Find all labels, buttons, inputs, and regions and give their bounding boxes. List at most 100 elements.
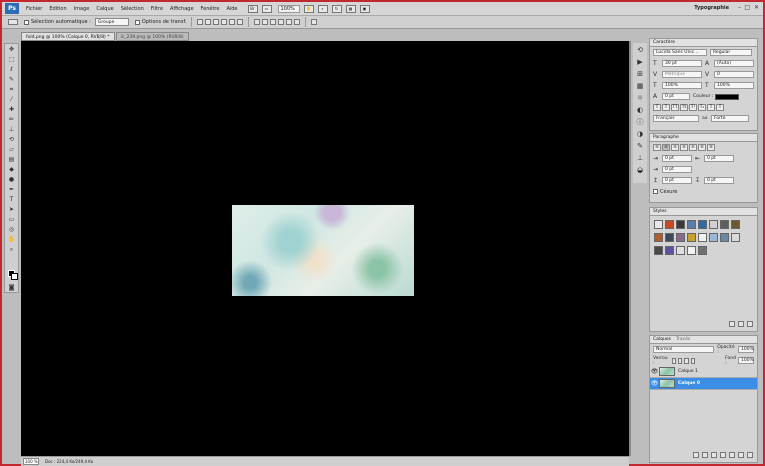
style-swatch[interactable] <box>676 233 685 242</box>
abstract-image-layer[interactable] <box>232 205 414 296</box>
eye-icon[interactable]: 👁 <box>650 380 659 387</box>
distribute-hcenter-icon[interactable] <box>286 19 293 25</box>
lock-image-icon[interactable] <box>678 357 683 364</box>
clone-stamp-tool-icon[interactable]: ⊥ <box>6 125 17 134</box>
background-color-swatch[interactable] <box>11 273 18 280</box>
workspace-switcher[interactable]: Typographie <box>694 5 729 11</box>
menu-fichier[interactable]: Fichier <box>26 6 42 12</box>
new-style-icon[interactable] <box>738 321 744 327</box>
all-caps-button[interactable]: TT <box>671 104 679 111</box>
vertical-scrollbar[interactable] <box>629 41 631 456</box>
align-left-icon[interactable] <box>221 19 228 25</box>
tab-fold-png[interactable]: fold.png @ 100% (Calque 0, RVB/8) * <box>21 32 115 41</box>
tracking-field[interactable]: 0 <box>714 71 754 78</box>
clear-style-icon[interactable] <box>729 321 735 327</box>
text-color-swatch[interactable] <box>715 93 740 100</box>
3d-rotate-tool-icon[interactable]: ◎ <box>6 225 17 234</box>
language-dropdown[interactable]: Français <box>653 115 699 122</box>
history-panel-icon[interactable]: ⟲ <box>635 45 645 55</box>
menu-image[interactable]: Image <box>74 6 90 12</box>
menu-aide[interactable]: Aide <box>226 6 237 12</box>
auto-align-icon[interactable] <box>311 19 318 25</box>
layer-style-icon[interactable] <box>702 452 708 458</box>
history-brush-tool-icon[interactable]: ⟲ <box>6 135 17 144</box>
style-swatch[interactable] <box>654 220 663 229</box>
align-left-text-button[interactable]: ≡ <box>653 144 661 151</box>
hyphenate-checkbox[interactable] <box>653 189 658 194</box>
mini-bridge-icon[interactable]: ▭ <box>261 4 272 13</box>
tab-traces[interactable]: Tracés <box>676 336 690 343</box>
space-before-field[interactable]: 0 pt <box>662 177 692 184</box>
style-swatch[interactable] <box>709 233 718 242</box>
align-vcenter-icon[interactable] <box>205 19 212 25</box>
style-swatch[interactable] <box>676 246 685 255</box>
vertical-scale-field[interactable]: 100% <box>662 82 702 89</box>
type-tool-icon[interactable]: T <box>6 195 17 204</box>
blur-tool-icon[interactable]: ◆ <box>6 165 17 174</box>
close-icon[interactable]: ✕ <box>754 4 759 11</box>
align-right-icon[interactable] <box>237 19 244 25</box>
horizontal-scale-field[interactable]: 100% <box>714 82 754 89</box>
hand-tool-icon[interactable]: ✋ <box>303 4 314 13</box>
style-swatch[interactable] <box>687 220 696 229</box>
lock-all-icon[interactable] <box>690 357 696 364</box>
trash-icon[interactable] <box>747 321 753 327</box>
menu-affichage[interactable]: Affichage <box>170 6 194 12</box>
align-right-text-button[interactable]: ≡ <box>671 144 679 151</box>
new-layer-icon[interactable] <box>738 452 744 458</box>
menu-edition[interactable]: Edition <box>49 6 66 12</box>
distribute-vcenter-icon[interactable] <box>262 19 269 25</box>
style-swatch[interactable] <box>720 220 729 229</box>
auto-select-dropdown[interactable]: Groupe <box>94 18 129 26</box>
trash-icon[interactable] <box>747 452 753 458</box>
justify-last-right-button[interactable]: ≡ <box>698 144 706 151</box>
transform-controls-checkbox[interactable] <box>134 19 140 25</box>
eye-icon[interactable]: 👁 <box>650 368 659 375</box>
styles-panel-tab[interactable]: Styles <box>650 208 757 216</box>
subscript-button[interactable]: T₁ <box>698 104 706 111</box>
style-swatch[interactable] <box>654 233 663 242</box>
space-after-field[interactable]: 0 pt <box>704 177 734 184</box>
justify-all-button[interactable]: ≡ <box>707 144 715 151</box>
underline-button[interactable]: T <box>707 104 715 111</box>
style-swatch[interactable] <box>698 220 707 229</box>
style-swatch[interactable] <box>720 233 729 242</box>
zoom-tool-icon[interactable]: ⌕ <box>317 4 328 13</box>
shape-tool-icon[interactable]: ▭ <box>6 215 17 224</box>
faux-bold-button[interactable]: T <box>653 104 661 111</box>
font-style-field[interactable]: Regular <box>710 49 752 56</box>
character-panel-tab[interactable]: Caractère <box>650 39 757 47</box>
masks-panel-icon[interactable]: ◐ <box>635 105 645 115</box>
strikethrough-button[interactable]: T <box>716 104 724 111</box>
paragraph-panel-tab[interactable]: Paragraphe <box>650 134 757 142</box>
justify-last-left-button[interactable]: ≡ <box>680 144 688 151</box>
style-swatch[interactable] <box>676 220 685 229</box>
brush-tool-icon[interactable]: ✏ <box>6 115 17 124</box>
menu-calque[interactable]: Calque <box>96 6 113 12</box>
status-zoom-field[interactable]: 100 % <box>23 458 39 465</box>
align-top-icon[interactable] <box>197 19 204 25</box>
antialias-dropdown[interactable]: Forte <box>711 115 749 122</box>
font-family-field[interactable]: Lucida Sans Unic... <box>653 49 707 56</box>
style-swatch[interactable] <box>698 233 707 242</box>
style-swatch[interactable] <box>731 220 740 229</box>
leading-field[interactable]: (Auto) <box>714 60 754 67</box>
quick-select-tool-icon[interactable]: ✎ <box>6 75 17 84</box>
style-swatch[interactable] <box>687 246 696 255</box>
style-swatch[interactable] <box>698 246 707 255</box>
gradient-tool-icon[interactable]: ▤ <box>6 155 17 164</box>
move-tool-icon[interactable]: ✥ <box>6 45 17 54</box>
auto-select-checkbox[interactable] <box>24 19 29 25</box>
lasso-tool-icon[interactable]: ℓ <box>6 65 17 74</box>
crop-tool-icon[interactable]: ⌗ <box>6 85 17 94</box>
align-bottom-icon[interactable] <box>213 19 220 25</box>
distribute-bottom-icon[interactable] <box>270 19 277 25</box>
fill-field[interactable]: 100% <box>738 357 755 364</box>
info-panel-icon[interactable]: ⓘ <box>635 117 645 127</box>
clone-source-panel-icon[interactable]: ⊥ <box>635 153 645 163</box>
style-swatch[interactable] <box>731 233 740 242</box>
layer-row-calque-0[interactable]: 👁 Calque 0 <box>650 378 757 390</box>
opacity-field[interactable]: 100% <box>738 346 754 353</box>
swatches-panel-icon[interactable]: ▦ <box>635 81 645 91</box>
pen-tool-icon[interactable]: ✒ <box>6 185 17 194</box>
